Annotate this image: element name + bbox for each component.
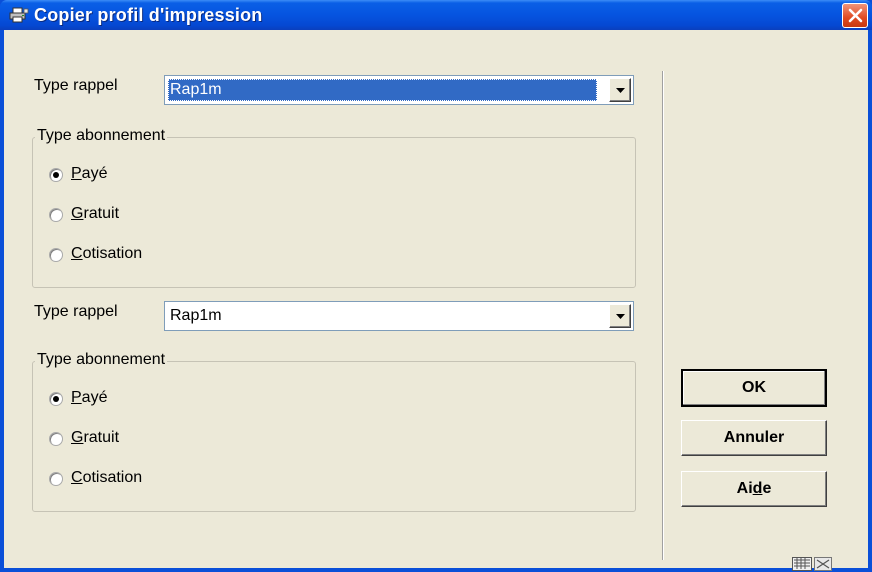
window-title: Copier profil d'impression [34,5,263,25]
radio-label-cotisation-2: Cotisation [71,469,143,486]
type-abonnement-group-2: Type abonnement Payé Gratuit Cotisation [32,351,636,512]
type-rappel-value-1: Rap1m [168,79,597,101]
radio-label-paye-1: Payé [71,165,108,182]
dialog-window: Copier profil d'impression Type rappel R… [0,0,872,572]
type-rappel-value-2: Rap1m [170,307,222,324]
vertical-separator [662,71,664,560]
group-title-2: Type abonnement [35,351,168,369]
help-button[interactable]: Aide [681,471,827,507]
radio-label-paye-2: Payé [71,389,108,406]
dropdown-arrow-icon [616,88,625,93]
dropdown-button-1[interactable] [609,78,631,102]
dialog-client-area: Type rappel Rap1m Type abonnement Payé G… [4,30,868,568]
radio-dot [53,172,59,178]
radio-circle [49,392,63,406]
type-rappel-select-1[interactable]: Rap1m [164,75,634,105]
type-rappel-label-2: Type rappel [34,303,118,320]
type-rappel-label-1: Type rappel [34,77,118,94]
type-rappel-select-2[interactable]: Rap1m [164,301,634,331]
radio-circle [49,432,63,446]
radio-circle [49,208,63,222]
radio-label-cotisation-1: Cotisation [71,245,143,262]
cancel-button[interactable]: Annuler [681,420,827,456]
resize-icon[interactable] [814,557,832,571]
radio-circle [49,248,63,262]
printer-icon [9,7,29,23]
ok-button[interactable]: OK [681,369,827,407]
dropdown-button-2[interactable] [609,304,631,328]
radio-dot [53,396,59,402]
radio-circle [49,168,63,182]
close-icon [848,8,863,23]
type-abonnement-group-1: Type abonnement Payé Gratuit Cotisation [32,127,636,288]
group-title-1: Type abonnement [35,127,168,145]
radio-label-gratuit-2: Gratuit [71,429,120,446]
dropdown-arrow-icon [616,314,625,319]
close-button[interactable] [842,3,868,28]
radio-label-gratuit-1: Gratuit [71,205,120,222]
keyboard-icon[interactable] [792,557,812,571]
radio-circle [49,472,63,486]
title-bar[interactable]: Copier profil d'impression [0,0,872,30]
